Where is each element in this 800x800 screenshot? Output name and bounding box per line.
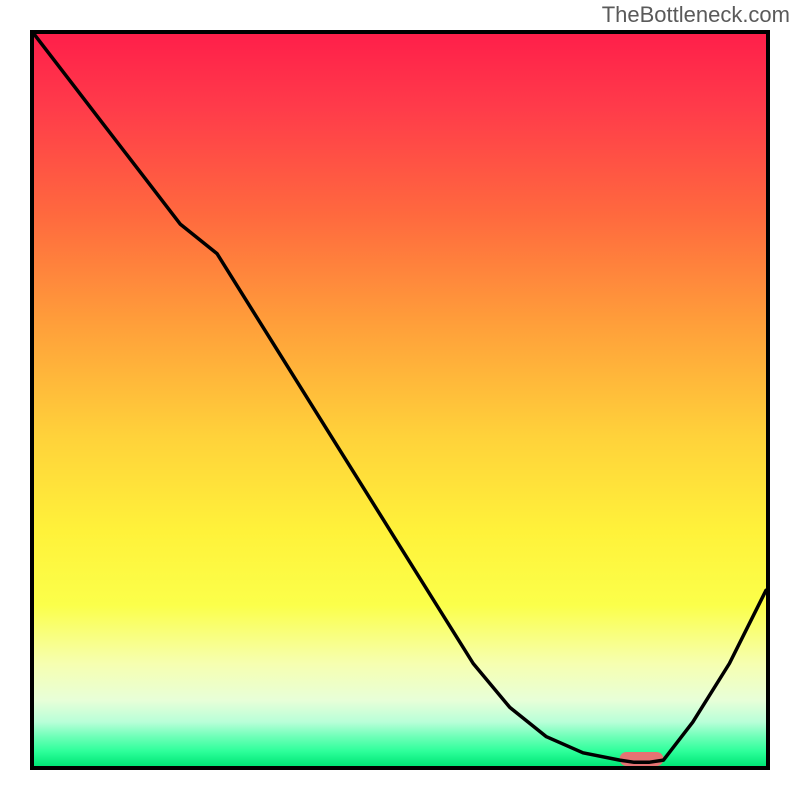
attribution-label: TheBottleneck.com <box>602 2 790 28</box>
chart-plot-area <box>30 30 770 770</box>
chart-overlay <box>34 34 766 766</box>
chart-curve <box>34 34 766 762</box>
